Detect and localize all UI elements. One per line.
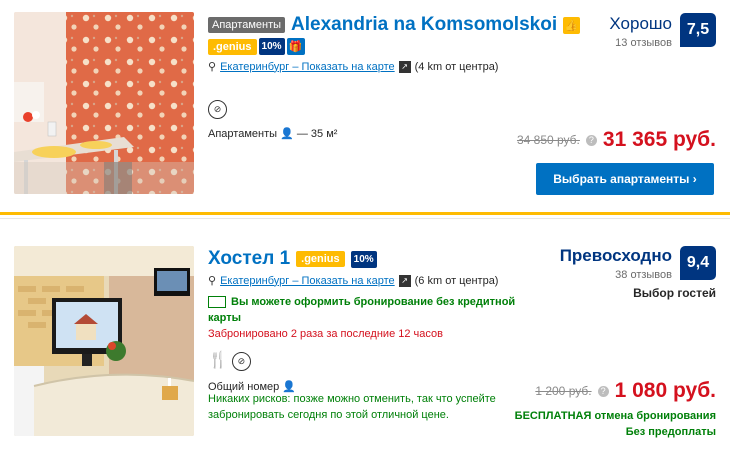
no-smoking-icon: ⊘ xyxy=(231,352,251,371)
genius-discount-badge: 10% xyxy=(350,250,377,268)
genius-badges: .genius 10% 🎁 xyxy=(208,38,305,55)
select-apartment-button[interactable]: Выбрать апартаменты › xyxy=(536,163,714,195)
no-risk-message: Никаких рисков: позже можно отменить, та… xyxy=(208,393,496,421)
section-divider-line xyxy=(0,218,730,219)
amenities-row: ⊘ xyxy=(208,100,227,119)
new-price: 1 080 руб. xyxy=(614,379,716,402)
fork-knife-icon: 🍴 xyxy=(208,352,228,369)
hostel-photo xyxy=(14,246,194,436)
person-icon: 👤 xyxy=(280,128,297,140)
amenities-row: 🍴 ⊘ xyxy=(208,352,251,371)
old-price: 1 200 руб. xyxy=(535,384,592,398)
property-photo-1[interactable] xyxy=(14,12,194,194)
cancellation-info: БЕСПЛАТНАЯ отмена бронирования Без предо… xyxy=(515,408,716,440)
genius-discount-badge: 10% xyxy=(258,38,285,55)
price-row: 34 850 руб. ? 31 365 руб. xyxy=(517,128,716,152)
old-price: 34 850 руб. xyxy=(516,133,580,147)
genius-badge: .genius xyxy=(296,251,345,267)
show-on-map-link[interactable]: Екатеринбург – Показать на карте xyxy=(220,275,395,287)
price-row: 1 200 руб. ? 1 080 руб. xyxy=(535,379,716,403)
review-score-badge: 7,5 xyxy=(680,13,716,47)
title-row-1: Апартаменты Alexandria na Komsomolskoi 👍 xyxy=(208,14,581,36)
property-type-chip: Апартаменты xyxy=(208,17,286,33)
room-size: — 35 м² xyxy=(296,128,338,140)
room-type-label: Апартаменты xyxy=(208,128,278,140)
distance-icon: ↗ xyxy=(398,274,411,287)
review-count[interactable]: 13 отзывов xyxy=(615,37,672,49)
recent-bookings: Забронировано 2 раза за последние 12 час… xyxy=(208,328,443,340)
map-pin-icon: ⚲ xyxy=(208,275,217,287)
hotel-name-link[interactable]: Alexandria na Komsomolskoi xyxy=(291,14,557,36)
room-type: Апартаменты 👤 — 35 м² xyxy=(208,127,337,140)
location-row: ⚲ Екатеринбург – Показать на карте ↗ (4 … xyxy=(208,60,498,73)
show-on-map-link[interactable]: Екатеринбург – Показать на карте xyxy=(220,61,395,73)
review-score-word: Превосходно xyxy=(559,246,672,265)
review-score-word: Хорошо xyxy=(609,14,672,33)
title-row-2: Хостел 1 .genius 10% xyxy=(208,248,377,270)
thumbs-up-icon: 👍 xyxy=(563,16,581,34)
hotel-name-link[interactable]: Хостел 1 xyxy=(208,248,290,270)
new-price: 31 365 руб. xyxy=(602,128,716,151)
free-cancellation-text: БЕСПЛАТНАЯ отмена бронирования xyxy=(514,410,716,422)
credit-card-icon xyxy=(208,296,226,309)
apartment-photo xyxy=(14,12,194,194)
no-prepayment-text: Без предоплаты xyxy=(625,426,716,438)
distance-text: (4 km от центра) xyxy=(414,60,499,73)
guest-choice-label: Выбор гостей xyxy=(633,286,716,300)
gift-icon: 🎁 xyxy=(286,38,305,55)
info-icon[interactable]: ? xyxy=(597,385,609,397)
location-row: ⚲ Екатеринбург – Показать на карте ↗ (6 … xyxy=(208,274,498,287)
distance-text: (6 km от центра) xyxy=(414,274,499,287)
distance-icon: ↗ xyxy=(398,60,411,73)
review-score-badge: 9,4 xyxy=(680,246,716,280)
no-smoking-icon: ⊘ xyxy=(208,100,227,119)
section-divider xyxy=(0,212,730,215)
review-count[interactable]: 38 отзывов xyxy=(615,269,672,281)
property-card-2: Хостел 1 .genius 10% ⚲ Екатеринбург – По… xyxy=(0,228,730,450)
no-credit-card-text: Вы можете оформить бронирование без кред… xyxy=(208,296,516,324)
property-photo-2[interactable] xyxy=(14,246,194,436)
info-icon[interactable]: ? xyxy=(585,134,597,146)
property-card-1: Апартаменты Alexandria na Komsomolskoi 👍… xyxy=(0,0,730,210)
genius-badge: .genius xyxy=(208,38,257,55)
no-credit-card-message: Вы можете оформить бронирование без кред… xyxy=(208,294,518,326)
map-pin-icon: ⚲ xyxy=(208,61,217,73)
